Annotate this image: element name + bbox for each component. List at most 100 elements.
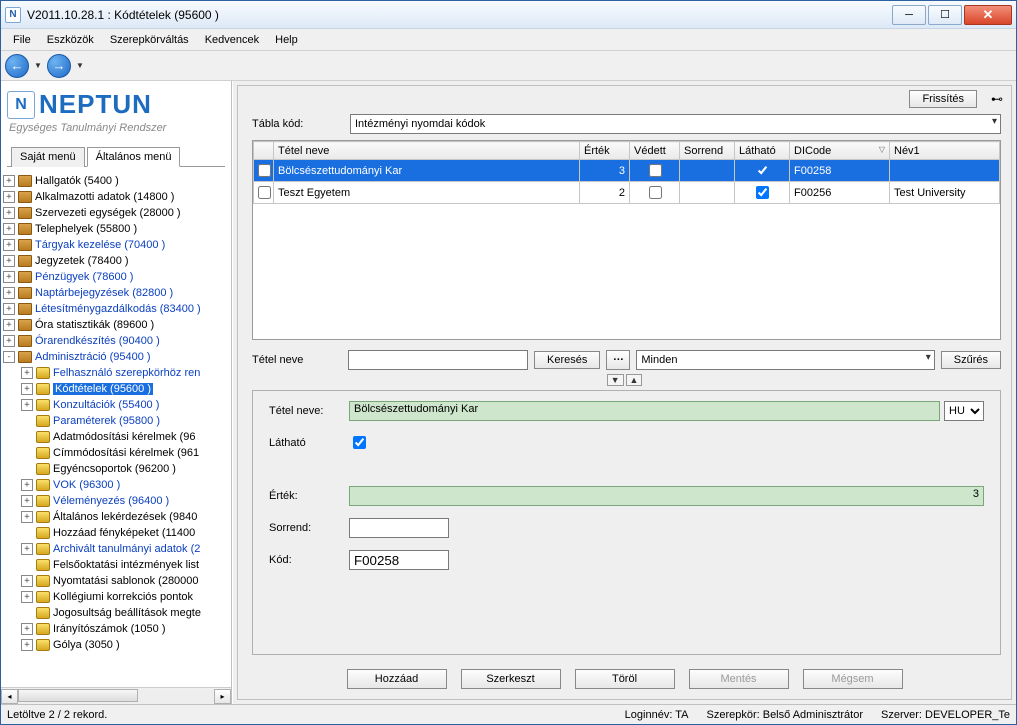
tree-node[interactable]: +Véleményezés (96400 ) [3,493,231,509]
expand-icon[interactable]: + [21,479,33,491]
scroll-track[interactable] [18,689,214,704]
tree-node[interactable]: +Szervezeti egységek (28000 ) [3,205,231,221]
tree-node[interactable]: +Általános lekérdezések (9840 [3,509,231,525]
detail-sorrend-input[interactable] [349,518,449,538]
tablakod-combo[interactable] [350,114,1001,134]
tree-node[interactable]: +Naptárbejegyzések (82800 ) [3,285,231,301]
expand-icon[interactable]: + [21,639,33,651]
expand-icon[interactable]: + [3,287,15,299]
forward-history-dropdown[interactable]: ▼ [75,54,85,78]
tree-node[interactable]: Egyéncsoportok (96200 ) [3,461,231,477]
tree-node[interactable]: +Pénzügyek (78600 ) [3,269,231,285]
expand-icon[interactable]: + [3,271,15,283]
tree-scroll[interactable]: +Hallgatók (5400 )+Alkalmazotti adatok (… [1,171,231,687]
tree-node[interactable]: +Nyomtatási sablonok (280000 [3,573,231,589]
grid-header-checkbox[interactable] [254,142,274,160]
cell-vedett[interactable] [630,182,680,204]
table-row[interactable]: Bölcsészettudományi Kar3F00258 [254,160,1000,182]
grid-header-sorrend[interactable]: Sorrend [680,142,735,160]
expand-icon[interactable]: + [3,207,15,219]
cancel-button[interactable]: Mégsem [803,669,903,689]
tree-node[interactable]: +VOK (96300 ) [3,477,231,493]
tree-node[interactable]: +Kódtételek (95600 ) [3,381,231,397]
expand-icon[interactable]: + [3,191,15,203]
expand-icon[interactable]: + [3,223,15,235]
detail-lathato-checkbox[interactable] [353,436,366,449]
expand-icon[interactable]: + [21,543,33,555]
tree-node[interactable]: -Adminisztráció (95400 ) [3,349,231,365]
grid-header-ertek[interactable]: Érték [580,142,630,160]
tree-node[interactable]: +Irányítószámok (1050 ) [3,621,231,637]
tree-node[interactable]: +Hallgatók (5400 ) [3,173,231,189]
tree-node[interactable]: +Tárgyak kezelése (70400 ) [3,237,231,253]
row-checkbox[interactable] [254,182,274,204]
expand-icon[interactable]: + [21,495,33,507]
data-grid[interactable]: Tétel neve Érték Védett Sorrend Látható … [253,141,1000,204]
expand-icon[interactable]: + [21,591,33,603]
pin-icon[interactable]: ⊷ [991,92,1003,106]
row-checkbox[interactable] [254,160,274,182]
tree-node[interactable]: +Órarendkészítés (90400 ) [3,333,231,349]
collapse-icon[interactable]: - [3,351,15,363]
edit-button[interactable]: Szerkeszt [461,669,561,689]
minimize-button[interactable]: ─ [892,5,926,25]
expand-icon[interactable]: + [3,175,15,187]
tree-node[interactable]: Felsőoktatási intézmények list [3,557,231,573]
back-history-dropdown[interactable]: ▼ [33,54,43,78]
tree-hscrollbar[interactable]: ◂ ▸ [1,687,231,704]
expand-icon[interactable]: + [3,303,15,315]
grid-header-tetel[interactable]: Tétel neve [274,142,580,160]
menu-fav[interactable]: Kedvencek [197,32,267,48]
table-row[interactable]: Teszt Egyetem2F00256Test University [254,182,1000,204]
expand-icon[interactable]: + [3,335,15,347]
menu-help[interactable]: Help [267,32,306,48]
expand-icon[interactable]: + [21,399,33,411]
grid-header-dicode[interactable]: DICode▽ [790,142,890,160]
tree-node[interactable]: +Archivált tanulmányi adatok (2 [3,541,231,557]
tree-node[interactable]: +Konzultációk (55400 ) [3,397,231,413]
save-button[interactable]: Mentés [689,669,789,689]
detail-lang-combo[interactable]: HU [944,401,984,421]
tree-node[interactable]: +Alkalmazotti adatok (14800 ) [3,189,231,205]
refresh-button[interactable]: Frissítés [909,90,977,108]
menu-file[interactable]: File [5,32,39,48]
cell-lathato[interactable] [735,182,790,204]
expand-icon[interactable]: + [21,367,33,379]
splitter[interactable]: ▼ ▲ [238,374,1011,386]
tree-node[interactable]: +Létesítménygazdálkodás (83400 ) [3,301,231,317]
cell-lathato[interactable] [735,160,790,182]
delete-button[interactable]: Töröl [575,669,675,689]
expand-icon[interactable]: + [21,383,33,395]
search-filter-combo[interactable] [636,350,934,370]
filter-button[interactable]: Szűrés [941,351,1001,369]
expand-icon[interactable]: + [21,575,33,587]
expand-icon[interactable]: + [3,319,15,331]
search-input[interactable] [348,350,528,370]
tree-node[interactable]: +Gólya (3050 ) [3,637,231,653]
tree-node[interactable]: Paraméterek (95800 ) [3,413,231,429]
grid-header-nev1[interactable]: Név1 [890,142,1000,160]
scroll-right-button[interactable]: ▸ [214,689,231,704]
tree-node[interactable]: +Kollégiumi korrekciós pontok [3,589,231,605]
maximize-button[interactable]: ☐ [928,5,962,25]
detail-kod-input[interactable] [349,550,449,570]
scroll-left-button[interactable]: ◂ [1,689,18,704]
tree-node[interactable]: Adatmódosítási kérelmek (96 [3,429,231,445]
menu-role[interactable]: Szerepkörváltás [102,32,197,48]
forward-button[interactable]: → [47,54,71,78]
tree-node[interactable]: +Telephelyek (55800 ) [3,221,231,237]
tree-node[interactable]: Hozzáad fényképeket (11400 [3,525,231,541]
search-browse-button[interactable]: … [606,350,630,370]
expand-icon[interactable]: + [3,255,15,267]
tree-node[interactable]: Címmódosítási kérelmek (961 [3,445,231,461]
tree-node[interactable]: +Óra statisztikák (89600 ) [3,317,231,333]
expand-icon[interactable]: + [21,511,33,523]
tree-node[interactable]: +Jegyzetek (78400 ) [3,253,231,269]
expand-icon[interactable]: + [3,239,15,251]
tab-own-menu[interactable]: Saját menü [11,147,85,167]
menu-tools[interactable]: Eszközök [39,32,102,48]
tree-node[interactable]: Jogosultság beállítások megte [3,605,231,621]
search-button[interactable]: Keresés [534,351,600,369]
close-button[interactable]: ✕ [964,5,1012,25]
expand-icon[interactable]: + [21,623,33,635]
